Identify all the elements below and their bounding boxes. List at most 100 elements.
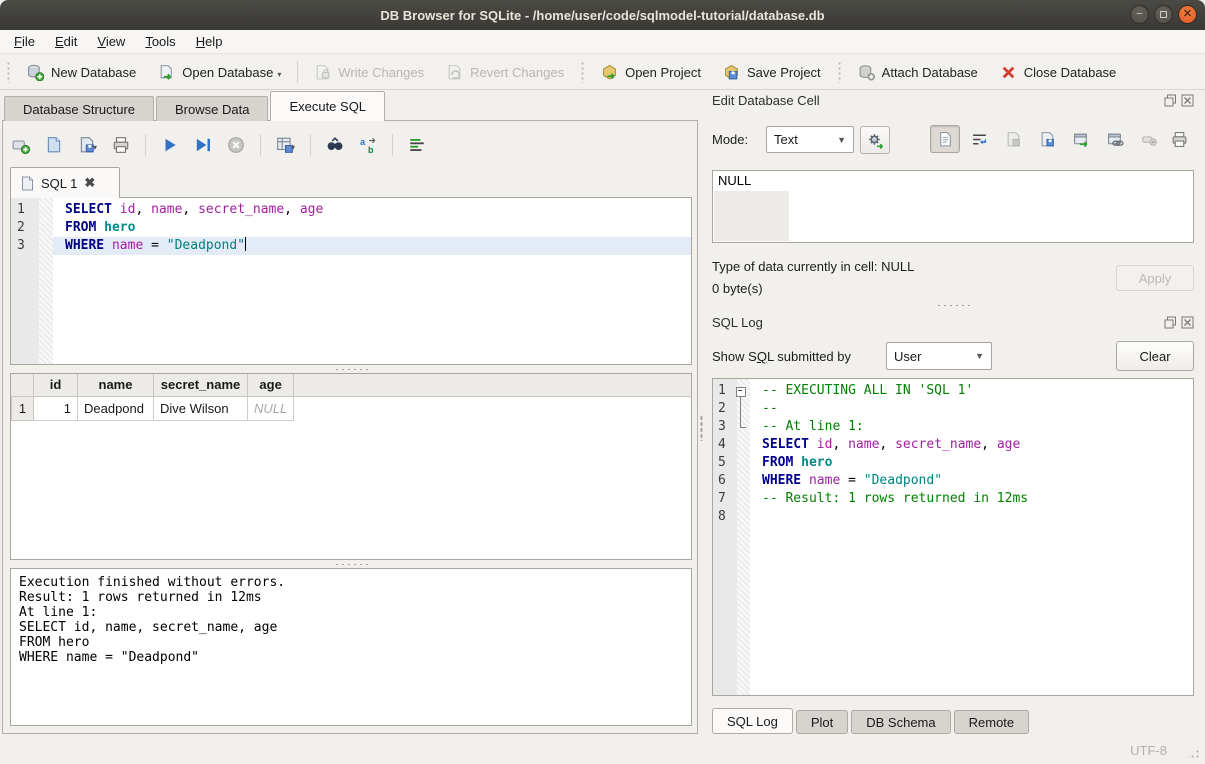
results-message-splitter[interactable] xyxy=(10,561,692,567)
dock-tab-plot[interactable]: Plot xyxy=(796,710,848,734)
attach-database-button[interactable]: Attach Database xyxy=(852,60,984,85)
format-icon xyxy=(408,136,426,154)
print-sql-button[interactable] xyxy=(112,136,130,154)
execution-message-box[interactable]: Execution finished without errors. Resul… xyxy=(10,568,692,726)
word-wrap-button[interactable] xyxy=(964,125,994,153)
code-line[interactable]: 3WHERE name = "Deadpond" xyxy=(11,237,691,255)
encoding-indicator[interactable]: UTF-8 xyxy=(1130,743,1167,758)
code-line[interactable]: 2-- xyxy=(713,400,1193,418)
sql-log-lines[interactable]: 1-- EXECUTING ALL IN 'SQL 1'2--3-- At li… xyxy=(713,382,1193,526)
code-line[interactable]: 1SELECT id, name, secret_name, age xyxy=(11,201,691,219)
sql-log-view[interactable]: 1-- EXECUTING ALL IN 'SQL 1'2--3-- At li… xyxy=(712,378,1194,696)
execute-line-button[interactable] xyxy=(194,136,212,154)
execute-all-button[interactable] xyxy=(161,136,179,154)
tab-execute-sql[interactable]: Execute SQL xyxy=(270,91,385,121)
table-cell[interactable]: Dive Wilson xyxy=(154,396,248,420)
table-row[interactable]: 11DeadpondDive WilsonNULL xyxy=(12,396,294,420)
close-sql-tab-icon[interactable]: ✖ xyxy=(84,175,95,191)
tab-database-structure[interactable]: Database Structure xyxy=(4,96,154,121)
main-vertical-splitter[interactable] xyxy=(698,121,704,734)
editor-results-splitter[interactable] xyxy=(10,366,692,372)
stop-execution-button[interactable] xyxy=(227,136,245,154)
close-dock-icon[interactable] xyxy=(1181,316,1194,329)
save-results-button[interactable]: ▾ xyxy=(276,136,295,154)
dock-tab-db-schema[interactable]: DB Schema xyxy=(851,710,950,734)
close-button[interactable]: ✕ xyxy=(1178,5,1197,24)
import-cell-data-button[interactable] xyxy=(998,125,1028,153)
column-header[interactable]: secret_name xyxy=(154,374,248,396)
new-sql-tab-button[interactable] xyxy=(12,136,30,154)
open-database-button[interactable]: Open Database ▾ xyxy=(152,60,287,85)
column-header[interactable]: id xyxy=(34,374,78,396)
sql-editor[interactable]: 1SELECT id, name, secret_name, age2FROM … xyxy=(10,197,692,365)
sql-editor-lines[interactable]: 1SELECT id, name, secret_name, age2FROM … xyxy=(11,201,691,255)
float-dock-icon[interactable] xyxy=(1164,94,1177,107)
sql-editor-tab[interactable]: SQL 1 ✖ xyxy=(10,167,120,198)
clear-log-button[interactable]: Clear xyxy=(1116,341,1194,371)
code-line[interactable]: 5FROM hero xyxy=(713,454,1193,472)
code-line[interactable]: 1-- EXECUTING ALL IN 'SQL 1' xyxy=(713,382,1193,400)
menu-file[interactable]: File xyxy=(4,31,45,52)
save-project-button[interactable]: Save Project xyxy=(717,60,827,85)
find-replace-button[interactable]: ab xyxy=(359,136,377,154)
resize-grip[interactable] xyxy=(1185,744,1201,760)
save-sql-file-button[interactable]: ▾ xyxy=(78,136,97,154)
code-line[interactable]: 4SELECT id, name, secret_name, age xyxy=(713,436,1193,454)
menu-edit[interactable]: Edit xyxy=(45,31,87,52)
cell-value-editor[interactable]: NULL xyxy=(712,170,1194,243)
menu-help[interactable]: Help xyxy=(186,31,233,52)
column-header[interactable]: age xyxy=(248,374,294,396)
apply-button[interactable]: Apply xyxy=(1116,265,1194,291)
toolbar-separator xyxy=(260,134,261,156)
save-dropdown-caret[interactable]: ▾ xyxy=(93,143,97,154)
dock-tab-sql-log[interactable]: SQL Log xyxy=(712,708,793,734)
open-sql-file-button[interactable] xyxy=(45,136,63,154)
results-grid[interactable]: idnamesecret_nameage11DeadpondDive Wilso… xyxy=(10,373,692,560)
code-line[interactable]: 6WHERE name = "Deadpond" xyxy=(713,472,1193,490)
table-cell[interactable]: NULL xyxy=(248,396,294,420)
set-null-button[interactable] xyxy=(1134,125,1164,153)
maximize-button[interactable] xyxy=(1154,5,1173,24)
cell-settings-button[interactable] xyxy=(860,126,890,154)
toolbar-drag-handle[interactable] xyxy=(837,61,842,83)
tab-browse-data[interactable]: Browse Data xyxy=(156,96,268,121)
export-cell-data-button[interactable] xyxy=(1032,125,1062,153)
minimize-button[interactable]: − xyxy=(1130,5,1149,24)
results-table[interactable]: idnamesecret_nameage11DeadpondDive Wilso… xyxy=(11,374,294,421)
open-database-icon xyxy=(158,64,175,81)
open-database-dropdown-caret[interactable]: ▾ xyxy=(277,70,281,81)
print-cell-button[interactable] xyxy=(1164,125,1194,153)
open-in-external-button[interactable] xyxy=(1066,125,1096,153)
copy-link-button[interactable] xyxy=(1100,125,1130,153)
sql-file-icon xyxy=(21,176,34,191)
table-cell[interactable]: Deadpond xyxy=(78,396,154,420)
new-database-button[interactable]: New Database xyxy=(21,60,142,85)
code-line[interactable]: 7-- Result: 1 rows returned in 12ms xyxy=(713,490,1193,508)
toolbar-drag-handle[interactable] xyxy=(580,61,585,83)
find-button[interactable] xyxy=(326,136,344,154)
toolbar-separator xyxy=(145,134,146,156)
menu-tools[interactable]: Tools xyxy=(135,31,185,52)
title-bar[interactable]: DB Browser for SQLite - /home/user/code/… xyxy=(0,0,1205,30)
code-line[interactable]: 2FROM hero xyxy=(11,219,691,237)
column-header[interactable]: name xyxy=(78,374,154,396)
write-changes-button[interactable]: Write Changes xyxy=(308,60,430,85)
revert-changes-button[interactable]: Revert Changes xyxy=(440,60,570,85)
close-database-button[interactable]: Close Database xyxy=(994,60,1123,85)
menu-view[interactable]: View xyxy=(87,31,135,52)
save-results-dropdown-caret[interactable]: ▾ xyxy=(291,143,295,154)
code-line[interactable]: 3-- At line 1: xyxy=(713,418,1193,436)
close-dock-icon[interactable] xyxy=(1181,94,1194,107)
open-project-button[interactable]: Open Project xyxy=(595,60,707,85)
log-filter-select[interactable]: User ▼ xyxy=(886,342,992,370)
dock-splitter[interactable] xyxy=(712,302,1194,308)
toolbar-drag-handle[interactable] xyxy=(6,61,11,83)
format-sql-button[interactable] xyxy=(408,136,426,154)
text-mode-button[interactable] xyxy=(930,125,960,153)
table-cell[interactable]: 1 xyxy=(34,396,78,420)
log-filter-value: User xyxy=(894,349,921,364)
mode-select[interactable]: Text ▼ xyxy=(766,126,854,153)
code-line[interactable]: 8 xyxy=(713,508,1193,526)
dock-tab-remote[interactable]: Remote xyxy=(954,710,1030,734)
float-dock-icon[interactable] xyxy=(1164,316,1177,329)
